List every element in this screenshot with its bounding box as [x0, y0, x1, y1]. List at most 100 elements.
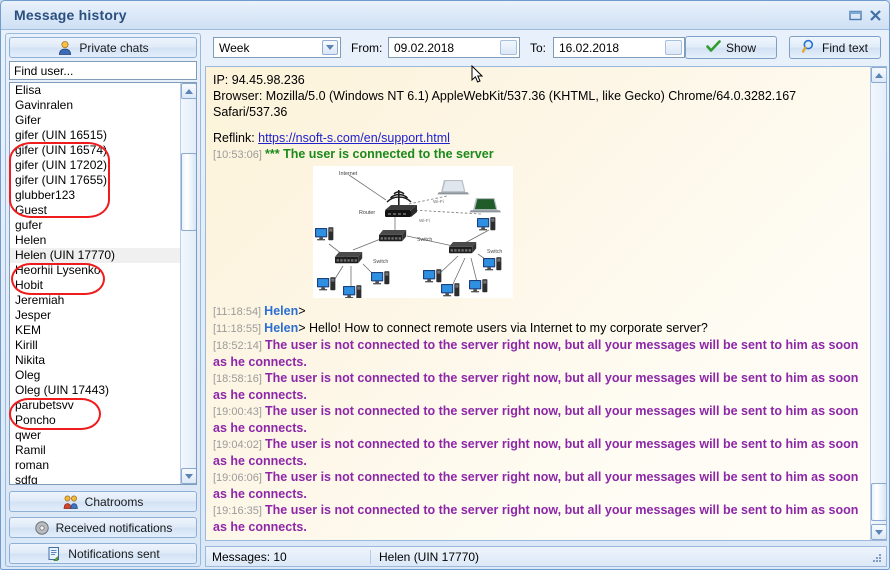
from-date-picker-button[interactable] [500, 40, 517, 55]
from-date-value: 09.02.2018 [394, 41, 455, 55]
notifications-sent-button[interactable]: Notifications sent [9, 543, 197, 564]
message-list: [10:53:06] *** The user is connected to … [213, 146, 862, 535]
list-item[interactable]: Oleg (UIN 17443) [10, 383, 181, 398]
list-item[interactable]: Hobit [10, 278, 181, 293]
to-date-input[interactable]: 16.02.2018 [553, 37, 685, 58]
message-timestamp: [18:52:14] [213, 340, 265, 352]
received-notifications-label: Received notifications [55, 520, 173, 535]
message-sender: Helen [264, 321, 299, 335]
message-history-window: Message history Private chats Find user.… [0, 0, 890, 570]
group-icon [63, 494, 79, 510]
notifications-sent-label: Notifications sent [68, 546, 160, 561]
reflink-label: Reflink: [213, 131, 259, 145]
warning-message-text: The user is not connected to the server … [213, 371, 859, 402]
list-item[interactable]: Gifer [10, 113, 181, 128]
reflink-url[interactable]: https://nsoft-s.com/en/support.html [258, 131, 450, 145]
list-item[interactable]: Poncho [10, 413, 181, 428]
document-icon [46, 546, 62, 562]
show-button[interactable]: Show [685, 36, 777, 59]
message-row: [19:04:02] The user is not connected to … [213, 436, 862, 469]
tab-private-chats-label: Private chats [79, 40, 149, 55]
list-item[interactable]: Helen (UIN 17770) [10, 248, 181, 263]
user-list-items: Elisa Gavinralen Gifer gifer (UIN 16515) gif… [10, 83, 181, 484]
transcript-content: IP: 94.45.98.236 Browser: Mozilla/5.0 (W… [206, 67, 869, 540]
user-icon [57, 40, 73, 56]
restore-button[interactable] [847, 8, 864, 23]
list-item[interactable]: KEM [10, 323, 181, 338]
message-timestamp: [19:04:02] [213, 439, 265, 451]
message-timestamp: [11:18:54] [213, 306, 265, 318]
toolbar: Week From: 09.02.2018 To: 16.02.2018 Sho… [205, 34, 887, 64]
list-item[interactable]: qwer [10, 428, 181, 443]
svg-text:Internet: Internet [339, 171, 358, 177]
list-item[interactable]: Ramil [10, 443, 181, 458]
list-item[interactable]: Gavinralen [10, 98, 181, 113]
list-item[interactable]: gifer (UIN 17655) [10, 173, 181, 188]
scrollbar-thumb[interactable] [181, 153, 196, 231]
received-notifications-button[interactable]: Received notifications [9, 517, 197, 538]
show-button-label: Show [725, 40, 757, 55]
status-current-user: Helen (UIN 17770) [379, 549, 480, 564]
list-item[interactable]: sdfg [10, 473, 181, 484]
list-item[interactable]: Elisa [10, 83, 181, 98]
message-timestamp: [11:18:55] [213, 323, 265, 335]
find-text-button-label: Find text [821, 40, 869, 55]
list-item[interactable]: gifer (UIN 16515) [10, 128, 181, 143]
message-row: [10:53:06] *** The user is connected to … [213, 146, 862, 163]
chevron-down-icon[interactable] [322, 40, 338, 55]
list-item[interactable]: Heorhii Lysenko [10, 263, 181, 278]
chatrooms-button[interactable]: Chatrooms [9, 491, 197, 512]
message-row: [18:52:14] The user is not connected to … [213, 337, 862, 370]
message-separator: > Hello! How to connect remote users via… [298, 321, 708, 335]
message-timestamp: [10:53:06] [213, 149, 265, 161]
list-item[interactable]: Helen [10, 233, 181, 248]
to-date-picker-button[interactable] [665, 40, 682, 55]
scroll-up-icon[interactable] [181, 83, 196, 99]
reflink-row: Reflink: https://nsoft-s.com/en/support.… [213, 130, 862, 146]
user-list-scrollbar[interactable] [180, 83, 196, 484]
browser-line-2: Safari/537.36 [213, 105, 288, 119]
scrollbar-thumb[interactable] [871, 483, 886, 521]
user-list[interactable]: Elisa Gavinralen Gifer gifer (UIN 16515) gif… [9, 82, 197, 485]
period-select-value: Week [219, 41, 250, 55]
scroll-up-icon[interactable] [871, 67, 886, 83]
chatrooms-button-label: Chatrooms [84, 494, 144, 509]
browser-line: Browser: Mozilla/5.0 (Windows NT 6.1) Ap… [213, 89, 797, 103]
warning-message-text: The user is not connected to the server … [213, 503, 859, 534]
message-row: [19:00:43] The user is not connected to … [213, 403, 862, 436]
scroll-down-icon[interactable] [871, 524, 886, 540]
list-item[interactable]: Guest [10, 203, 181, 218]
list-item[interactable]: Kirill [10, 338, 181, 353]
list-item[interactable]: Jeremiah [10, 293, 181, 308]
period-select[interactable]: Week [213, 37, 341, 58]
network-topology-image: Internet Router Wi-Fi Wi-Fi Switch Switc… [313, 166, 862, 301]
resize-grip-icon[interactable] [868, 549, 884, 565]
tab-private-chats[interactable]: Private chats [9, 37, 197, 58]
list-item[interactable]: gifer (UIN 17202) [10, 158, 181, 173]
title-bar: Message history [1, 1, 889, 30]
find-user-input[interactable] [9, 61, 197, 80]
message-timestamp: [18:58:16] [213, 373, 265, 385]
svg-text:Router: Router [359, 210, 375, 216]
message-transcript-panel[interactable]: IP: 94.45.98.236 Browser: Mozilla/5.0 (W… [205, 66, 887, 541]
warning-message-text: The user is not connected to the server … [213, 437, 859, 468]
sidebar: Private chats ElisaGavinralenGifergifer … [5, 33, 201, 567]
list-item[interactable]: Jesper [10, 308, 181, 323]
close-button[interactable] [867, 8, 884, 23]
from-date-input[interactable]: 09.02.2018 [388, 37, 520, 58]
list-item[interactable]: parubetsvv [10, 398, 181, 413]
find-text-button[interactable]: Find text [789, 36, 881, 59]
list-item[interactable]: gufer [10, 218, 181, 233]
status-bar: Messages: 10 Helen (UIN 17770) [205, 546, 887, 567]
list-item[interactable]: gifer (UIN 16574) [10, 143, 181, 158]
list-item[interactable]: Nikita [10, 353, 181, 368]
list-item[interactable]: roman [10, 458, 181, 473]
svg-text:Switch: Switch [487, 249, 502, 255]
message-row: [18:58:16] The user is not connected to … [213, 370, 862, 403]
from-label: From: [351, 41, 383, 55]
list-item[interactable]: glubber123 [10, 188, 181, 203]
svg-text:Wi-Fi: Wi-Fi [419, 218, 430, 223]
scroll-down-icon[interactable] [181, 468, 196, 484]
transcript-scrollbar[interactable] [870, 67, 886, 540]
list-item[interactable]: Oleg [10, 368, 181, 383]
